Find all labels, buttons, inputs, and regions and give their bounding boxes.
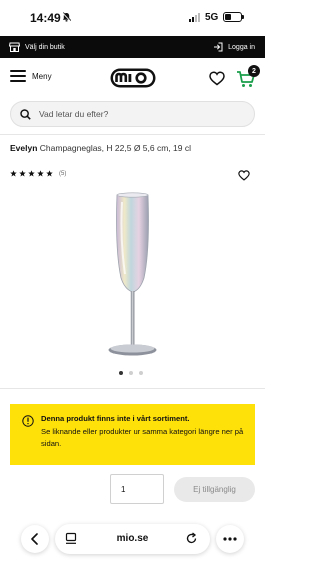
login-label: Logga in [228,43,255,51]
product-title: Evelyn Champagneglas, H 22,5 Ø 5,6 cm, 1… [10,143,191,153]
cart-count-badge: 2 [248,65,260,77]
search-icon [20,108,31,120]
rating-stars [10,170,53,177]
signal-icon [189,13,200,22]
star-icon [28,170,35,177]
more-button[interactable] [216,525,244,553]
info-icon [22,415,34,427]
search-bar[interactable] [10,101,255,127]
mio-logo[interactable] [110,68,156,88]
divider [0,388,265,389]
menu-label: Meny [32,71,52,81]
unavailable-notice: Denna produkt finns inte i vårt sortimen… [10,404,255,465]
top-bar: Välj din butik Logga in [0,36,265,58]
address-bar[interactable]: mio.se [55,524,210,554]
notice-title: Denna produkt finns inte i vårt sortimen… [41,414,190,423]
battery-icon [223,12,244,22]
menu-button[interactable]: Meny [10,70,52,82]
favorite-heart-icon[interactable] [238,170,250,181]
bell-mute-icon [62,12,71,22]
network-label: 5G [205,12,219,23]
star-icon [46,170,53,177]
carousel-dots [119,371,143,375]
status-time: 14:49 [30,11,61,25]
login-icon [214,42,223,52]
store-icon [9,42,20,52]
store-select-label: Välj din butik [25,43,65,51]
divider [0,134,265,135]
product-description: Champagneglas, H 22,5 Ø 5,6 cm, 19 cl [39,143,191,153]
review-count: (5) [59,170,67,177]
product-brand: Evelyn [10,143,38,153]
star-icon [37,170,44,177]
search-input[interactable] [39,109,229,119]
carousel-dot[interactable] [119,371,123,375]
menu-icon [10,70,26,82]
store-select-button[interactable]: Välj din butik [9,40,65,54]
site-header: Meny 2 [0,58,265,98]
heart-icon[interactable] [209,71,225,86]
status-bar: 14:49 5G [0,0,265,36]
star-icon [19,170,26,177]
back-button[interactable] [21,525,49,553]
more-icon [223,537,237,541]
carousel-dot[interactable] [129,371,133,375]
browser-bar: mio.se [0,514,265,575]
back-icon [31,533,38,545]
unavailable-button[interactable]: Ej tillgänglig [174,477,255,502]
notice-body: Se liknande eller produkter ur samma kat… [41,426,244,449]
quantity-input[interactable] [110,474,164,504]
cart-button[interactable]: 2 [236,65,260,89]
product-image[interactable] [95,190,170,365]
carousel-dot[interactable] [139,371,143,375]
star-icon [10,170,17,177]
product-rating[interactable]: (5) [10,170,66,177]
reload-icon[interactable] [185,532,198,545]
login-button[interactable]: Logga in [213,40,255,54]
